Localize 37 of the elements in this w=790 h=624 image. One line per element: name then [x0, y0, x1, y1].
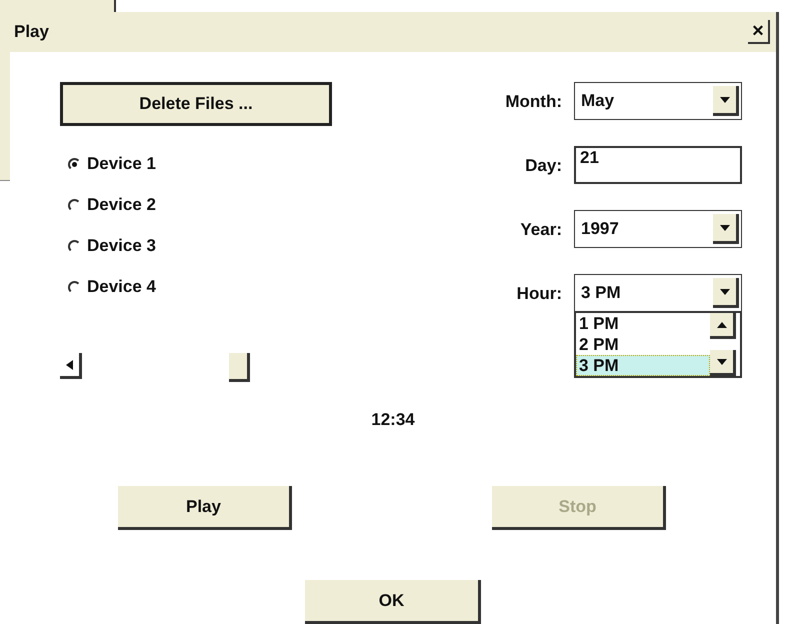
- window-title: Play: [14, 22, 49, 42]
- up-arrow-icon: [716, 320, 726, 328]
- field-label: Year:: [519, 219, 562, 240]
- list-option[interactable]: 2 PM: [576, 334, 710, 355]
- dropdown-field[interactable]: May: [574, 82, 742, 120]
- scroll-up-button[interactable]: [710, 313, 736, 339]
- radio-label: Device 2: [87, 195, 156, 215]
- dropdown-button[interactable]: [713, 214, 739, 244]
- caret-icon: [720, 224, 730, 232]
- field-label: Hour:: [516, 283, 562, 304]
- scroll-thumb[interactable]: [229, 353, 250, 382]
- delete-files-button[interactable]: Delete Files ...: [60, 82, 332, 126]
- list-option[interactable]: 1 PM: [576, 313, 710, 334]
- list-option[interactable]: 3 PM: [576, 355, 710, 376]
- left-arrow-icon: [66, 360, 73, 370]
- day-input[interactable]: 21: [574, 146, 742, 184]
- ok-button[interactable]: OK: [305, 580, 481, 624]
- radio-button[interactable]: [68, 158, 81, 170]
- close-button[interactable]: ×: [748, 20, 770, 44]
- dropdown-button[interactable]: [713, 86, 739, 116]
- radio-button[interactable]: [68, 240, 81, 252]
- radio-label: Device 1: [87, 154, 156, 174]
- dropdown-field[interactable]: 1997: [574, 210, 742, 248]
- field-label: Day:: [524, 155, 562, 176]
- dropdown-field[interactable]: 3 PM: [574, 274, 742, 312]
- down-arrow-icon: [716, 358, 726, 366]
- scroll-down-button[interactable]: [710, 350, 736, 376]
- radio-button[interactable]: [68, 280, 81, 294]
- field-label: Month:: [504, 91, 562, 112]
- radio-button[interactable]: [68, 198, 81, 212]
- dropdown-button[interactable]: [713, 278, 739, 308]
- time-display: 12:34: [371, 410, 415, 430]
- caret-icon: [720, 96, 730, 104]
- radio-label: Device 3: [87, 236, 156, 256]
- radio-label: Device 4: [87, 277, 156, 297]
- action-button[interactable]: Play: [118, 486, 292, 530]
- caret-icon: [720, 288, 730, 296]
